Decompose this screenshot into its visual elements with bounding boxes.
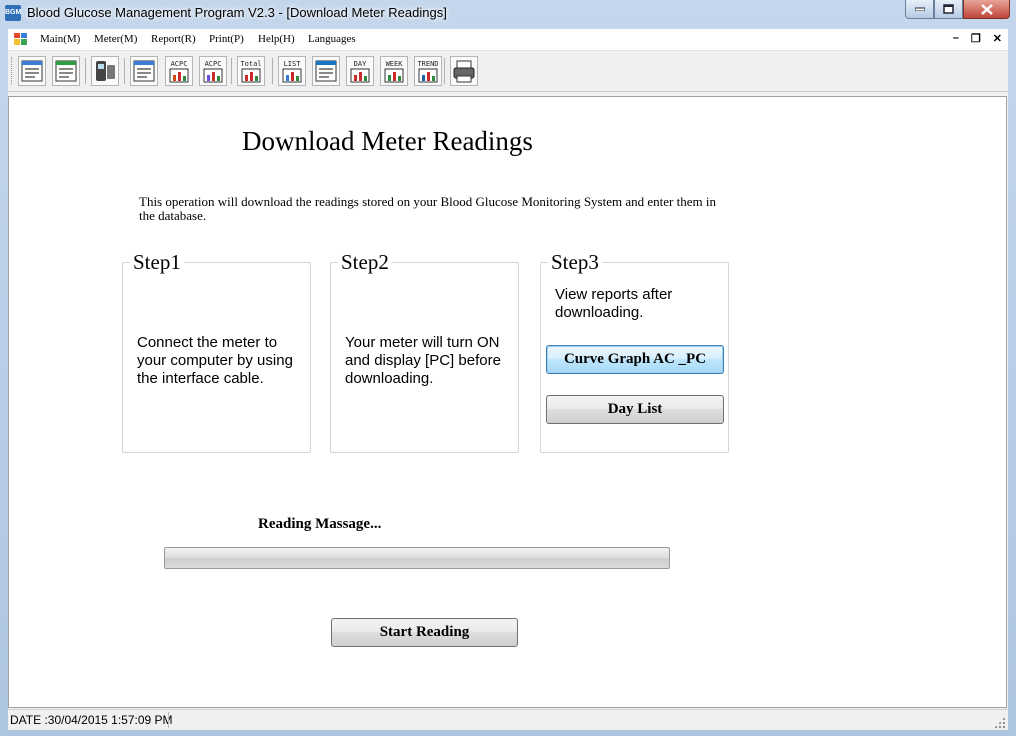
meter-download-button[interactable] xyxy=(91,56,119,86)
window-title: Blood Glucose Management Program V2.3 - … xyxy=(27,5,447,20)
list-report-icon: LIST xyxy=(282,60,302,83)
day-report-icon: DAY xyxy=(350,60,370,83)
open-window-icon xyxy=(21,60,43,82)
acpc-curve-icon: ACPC xyxy=(203,60,223,83)
step1-text: Connect the meter to your computer by us… xyxy=(137,334,293,387)
step3-text: View reports after downloading. xyxy=(555,286,673,321)
close-icon xyxy=(980,3,993,15)
toolbar-separator xyxy=(444,58,445,84)
intro-text: This operation will download the reading… xyxy=(139,194,716,223)
acpc-curve-button[interactable]: ACPC xyxy=(199,56,227,86)
logbook-icon xyxy=(133,60,155,82)
menu-languages[interactable]: Languages xyxy=(308,33,356,45)
chart-report-button[interactable] xyxy=(312,56,340,86)
download-meter-readings-form: Download Meter Readings This operation w… xyxy=(8,96,1007,708)
day-report-label: DAY xyxy=(354,60,367,68)
menu-main[interactable]: Main(M) xyxy=(40,33,80,45)
reading-message: Reading Massage... xyxy=(258,516,382,532)
logbook-button[interactable] xyxy=(130,56,158,86)
list-report-label: LIST xyxy=(284,60,302,68)
restore-icon xyxy=(943,4,954,14)
day-list-button[interactable]: Day List xyxy=(546,395,724,424)
child-window-icon[interactable] xyxy=(14,33,27,45)
title-bar[interactable]: BGM Blood Glucose Management Program V2.… xyxy=(0,0,1016,26)
acpc-chart-label: ACPC xyxy=(171,60,188,68)
acpc-chart-button[interactable]: ACPC xyxy=(165,56,193,86)
reading-progress-bar xyxy=(164,547,670,569)
acpc-curve-label: ACPC xyxy=(205,60,222,68)
toolbar-separator xyxy=(231,58,232,84)
resize-grip[interactable] xyxy=(994,717,1005,728)
edit-data-button[interactable] xyxy=(52,56,80,86)
mdi-close-button[interactable]: ✕ xyxy=(993,32,1002,45)
app-window: BGM Blood Glucose Management Program V2.… xyxy=(0,0,1016,736)
trend-report-icon: TREND xyxy=(417,60,439,83)
week-report-button[interactable]: WEEK xyxy=(380,56,408,86)
mdi-minimize-button[interactable]: – xyxy=(953,32,959,45)
menu-print[interactable]: Print(P) xyxy=(209,33,244,45)
page-title: Download Meter Readings xyxy=(242,126,533,156)
restore-button[interactable] xyxy=(934,0,963,19)
step1-title: Step1 xyxy=(130,250,184,275)
window-controls xyxy=(905,0,1010,19)
status-bar: DATE :30/04/2015 1:57:09 PM xyxy=(8,709,1008,730)
status-date: DATE :30/04/2015 1:57:09 PM xyxy=(10,713,173,727)
meter-download-icon xyxy=(96,61,115,81)
printer-icon xyxy=(453,60,475,83)
total-report-label: Total xyxy=(240,60,261,68)
curve-graph-button[interactable]: Curve Graph AC _PC xyxy=(546,345,724,374)
close-button[interactable] xyxy=(963,0,1010,19)
day-report-button[interactable]: DAY xyxy=(346,56,374,86)
toolbar-separator xyxy=(85,58,86,84)
minimize-button[interactable] xyxy=(905,0,934,19)
step3-title: Step3 xyxy=(548,250,602,275)
step1-box: Step1 Connect the meter to your computer… xyxy=(122,250,311,453)
toolbar-separator xyxy=(124,58,125,84)
acpc-chart-icon: ACPC xyxy=(169,60,189,83)
menu-report[interactable]: Report(R) xyxy=(151,33,196,45)
total-report-button[interactable]: Total xyxy=(237,56,265,86)
minimize-icon xyxy=(914,7,925,11)
trend-report-button[interactable]: TREND xyxy=(414,56,442,86)
printer-button[interactable] xyxy=(450,56,478,86)
open-window-button[interactable] xyxy=(18,56,46,86)
mdi-controls: – ❐ ✕ xyxy=(953,32,1002,45)
menu-help[interactable]: Help(H) xyxy=(258,33,295,45)
list-report-button[interactable]: LIST xyxy=(278,56,306,86)
client-area: Main(M) Meter(M) Report(R) Print(P) Help… xyxy=(8,29,1008,730)
start-reading-button[interactable]: Start Reading xyxy=(331,618,518,647)
step2-text: Your meter will turn ON and display [PC]… xyxy=(345,334,501,387)
app-logo-icon[interactable]: BGM xyxy=(5,5,21,21)
mdi-restore-button[interactable]: ❐ xyxy=(971,32,981,45)
step2-box: Step2 Your meter will turn ON and displa… xyxy=(330,250,519,453)
toolbar: ACPC ACPC Total LIST DAY WEEK TREND xyxy=(8,51,1008,92)
week-report-label: WEEK xyxy=(386,60,404,68)
menu-bar: Main(M) Meter(M) Report(R) Print(P) Help… xyxy=(8,29,1008,51)
week-report-icon: WEEK xyxy=(384,60,404,83)
menu-meter[interactable]: Meter(M) xyxy=(94,33,137,45)
trend-report-label: TREND xyxy=(417,60,438,68)
total-report-icon: Total xyxy=(240,60,262,83)
step3-box: Step3 View reports after downloading. Cu… xyxy=(540,250,729,453)
chart-report-icon xyxy=(315,60,337,82)
toolbar-grip[interactable] xyxy=(11,57,15,85)
status-divider xyxy=(168,712,169,728)
edit-data-icon xyxy=(55,60,77,82)
step2-title: Step2 xyxy=(338,250,392,275)
toolbar-separator xyxy=(272,58,273,84)
